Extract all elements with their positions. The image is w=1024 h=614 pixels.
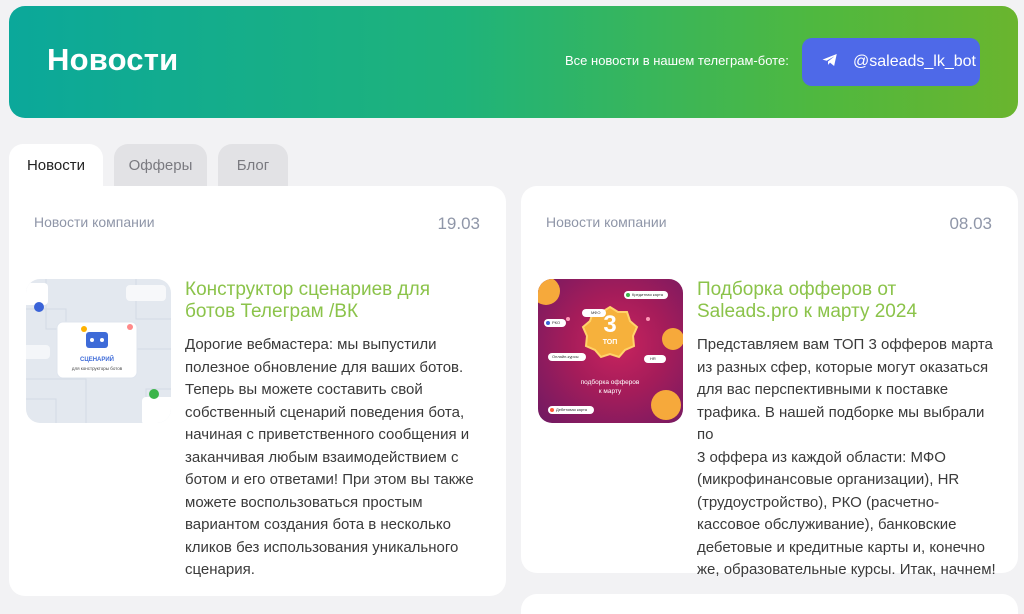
tag-mfo: МФО xyxy=(591,310,601,315)
card-body: Дорогие вебмастера: мы выпустили полезно… xyxy=(185,334,490,582)
card-body-line: ботом и его ответами! При этом вы также xyxy=(185,471,474,488)
telegram-note: Все новости в нашем телеграм-боте: xyxy=(565,53,789,68)
card-category: Новости компании xyxy=(546,214,667,230)
card-body-line: кликов без использования уникального xyxy=(185,538,459,556)
card-date: 19.03 xyxy=(437,214,480,233)
scenario-image-sublabel: для конструкторы ботов xyxy=(71,366,123,371)
telegram-button-label: @saleads_lk_bot xyxy=(853,53,976,70)
tab-offers[interactable]: Офферы xyxy=(114,144,207,186)
card-body-line: Представляем вам ТОП 3 офферов марта xyxy=(697,336,993,353)
top3-caption: подборка офферов xyxy=(580,379,640,386)
card-title-line: Подборка офферов от xyxy=(697,279,897,300)
card-title[interactable]: Подборка офферов от Saleads.pro к марту … xyxy=(697,279,997,323)
card-body-line: (трудоустройство), РКО (расчетно- xyxy=(697,493,940,511)
card-body-line: Дорогие вебмастера: мы выпустили xyxy=(185,336,437,353)
card-body-line: Теперь вы можете составить свой xyxy=(185,381,423,398)
card-image-top3[interactable]: 3 ТОП подборка офферов к марту Кредитная… xyxy=(538,279,683,423)
news-card[interactable]: Новости компании 19.03 СЦЕНАРИЙ для конс… xyxy=(9,186,506,596)
top3-caption: к марту xyxy=(598,388,622,395)
card-title-line: Saleads.pro к марту 2024 xyxy=(697,301,918,322)
tag-online-courses: Онлайн-курсы xyxy=(552,354,579,359)
scenario-image-label: СЦЕНАРИЙ xyxy=(79,357,114,363)
card-body-line: 3 оффера из каждой области: МФО xyxy=(697,448,946,466)
card-body-line: для вас перспективными к поставке xyxy=(697,381,949,398)
card-body: Представляем вам ТОП 3 офферов марта из … xyxy=(697,334,1002,582)
card-body-line: начиная с приветственного сообщения и xyxy=(185,426,470,443)
card-body-line: вариантом создания бота в несколько xyxy=(185,516,451,533)
page-title: Новости xyxy=(47,42,179,77)
card-body-line: дебетовые и кредитные карты и, конечно xyxy=(697,538,985,556)
tag-hr: HR xyxy=(650,356,656,361)
card-body-line: сценария. xyxy=(185,561,255,578)
card-title-line: ботов Телеграм /ВК xyxy=(185,301,359,322)
card-category: Новости компании xyxy=(34,214,155,230)
news-card[interactable]: Новости компании 08.03 3 ТОП подборка оф… xyxy=(521,186,1018,578)
tab-blog[interactable]: Блог xyxy=(218,144,288,186)
card-body-line: можете воспользоваться простым xyxy=(185,493,423,511)
card-body-line: трафика. В нашей подборке мы выбрали по xyxy=(697,403,985,444)
tab-news[interactable]: Новости xyxy=(9,144,103,186)
tag-debit-card: Дебетовая карта xyxy=(556,407,588,412)
tag-rko: РКО xyxy=(552,320,561,325)
next-card-edge xyxy=(521,594,1018,614)
top3-number: 3 xyxy=(603,311,617,338)
tag-credit-card: Кредитная карта xyxy=(632,292,664,297)
card-body-line: же, образовательные курсы. Итак, начнем! xyxy=(697,561,996,578)
card-body-line: (микрофинансовые организации), HR xyxy=(697,471,960,488)
card-body-line: из разных сфер, которые могут оказаться xyxy=(697,358,989,376)
card-body-line: полезное обновление для ваших ботов. xyxy=(185,358,464,376)
card-image-scenario[interactable]: СЦЕНАРИЙ для конструкторы ботов xyxy=(26,279,171,423)
card-body-line: собственный сценарий поведения бота, xyxy=(185,403,465,421)
telegram-icon xyxy=(821,51,839,74)
card-title[interactable]: Конструктор сценариев для ботов Телеграм… xyxy=(185,279,485,323)
news-header-banner: Новости Все новости в нашем телеграм-бот… xyxy=(9,6,1018,118)
card-title-line: Конструктор сценариев для xyxy=(185,279,430,300)
top3-label: ТОП xyxy=(602,339,618,346)
card-date: 08.03 xyxy=(949,214,992,233)
telegram-bot-button[interactable]: @saleads_lk_bot xyxy=(802,38,980,86)
card-body-line: заканчивая любым взаимодействием с xyxy=(185,448,459,466)
card-body-line: кассовое обслуживание), банковские xyxy=(697,516,957,533)
